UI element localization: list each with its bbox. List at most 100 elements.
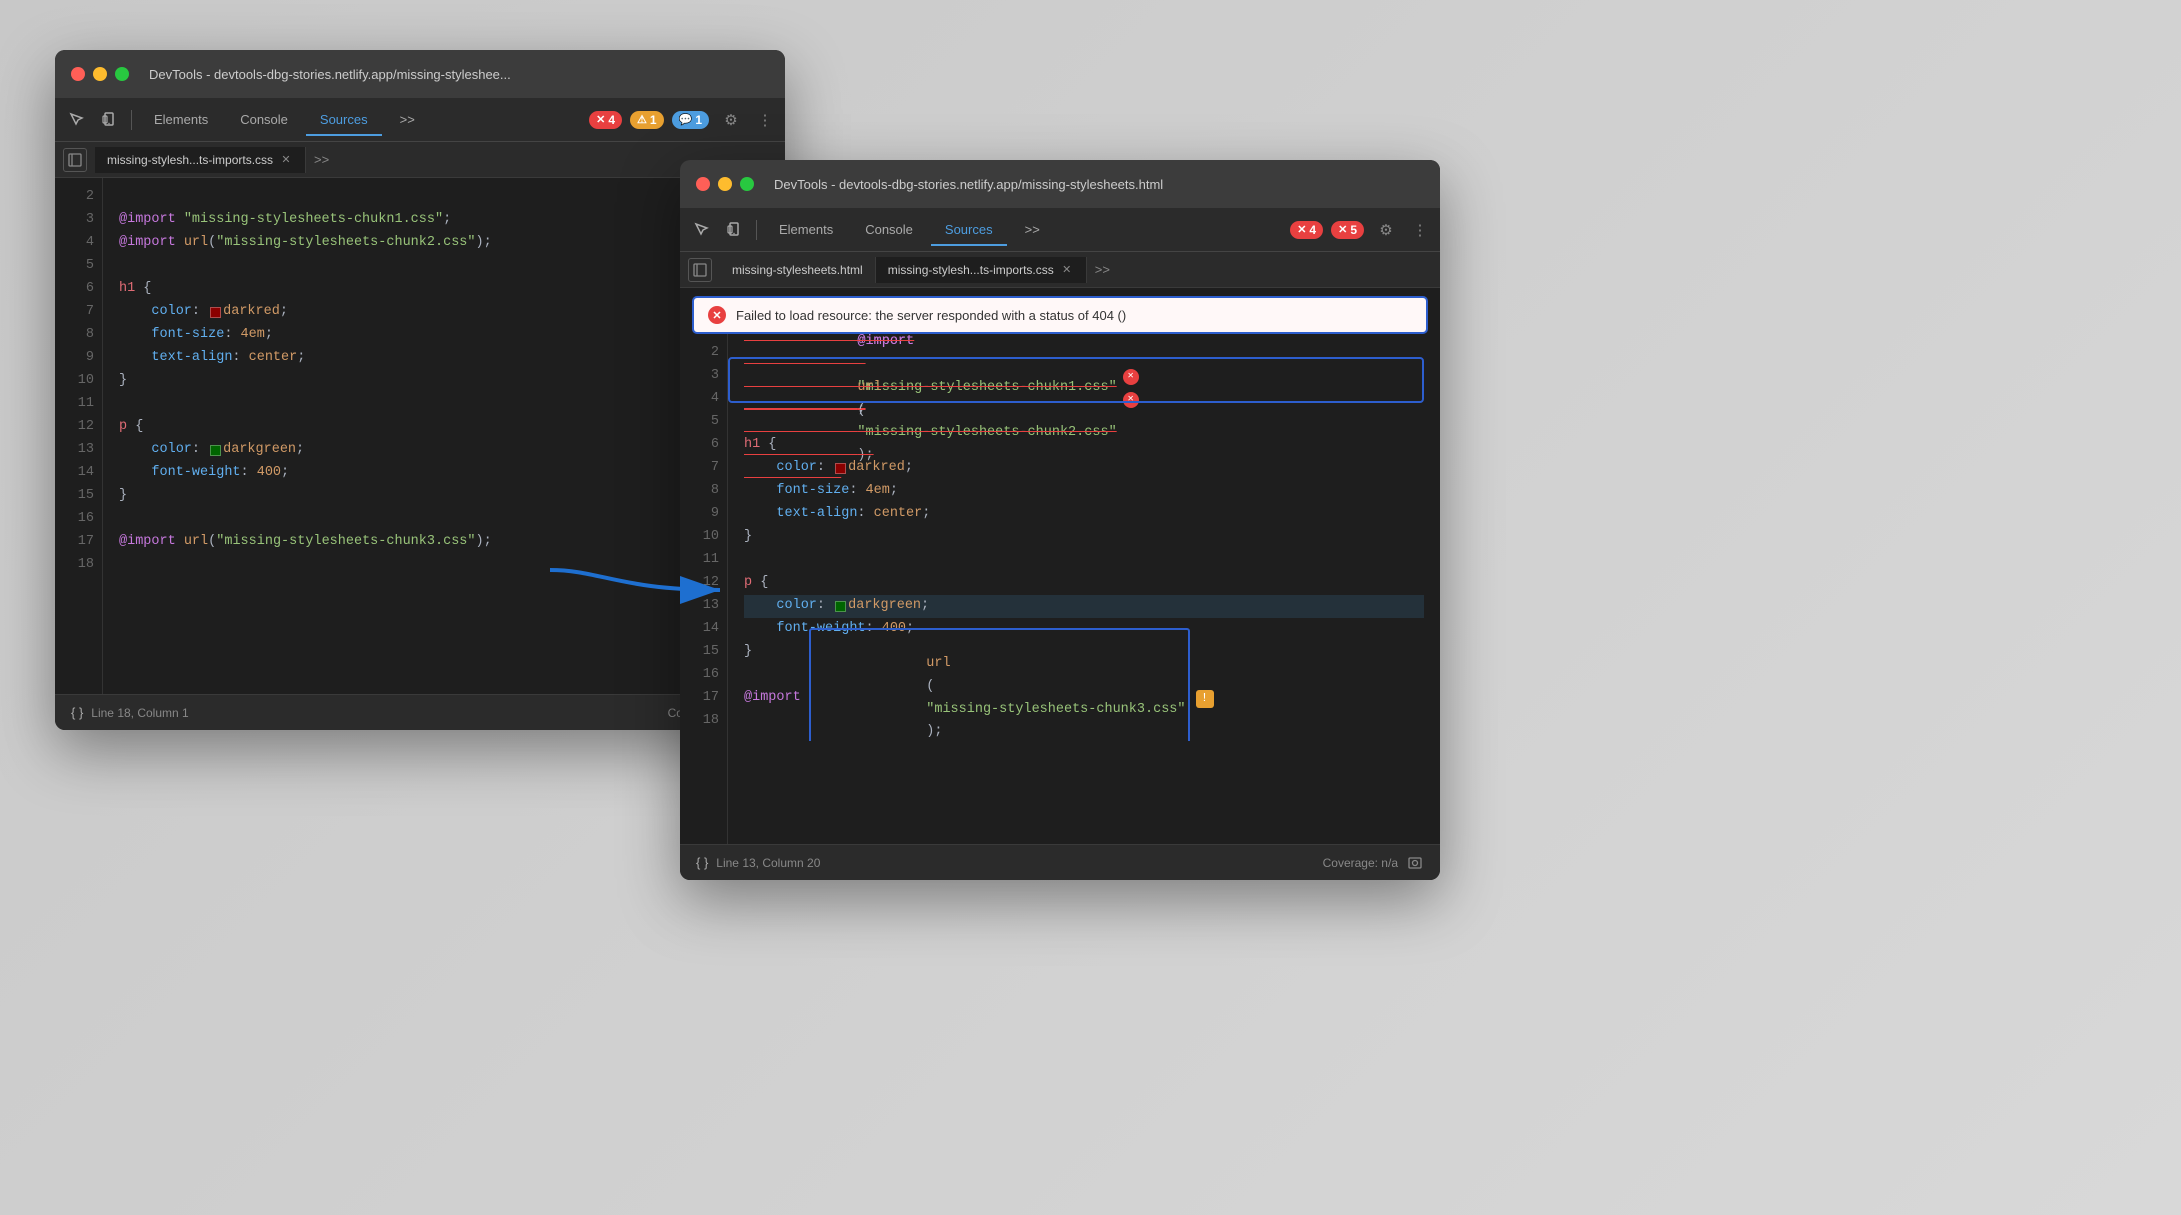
toolbar-separator <box>131 110 132 130</box>
code-line-2 <box>119 186 769 209</box>
devtools-window-1: DevTools - devtools-dbg-stories.netlify.… <box>55 50 785 730</box>
traffic-lights-2 <box>696 177 754 191</box>
coverage-status-2: Coverage: n/a <box>1323 856 1398 870</box>
sidebar-toggle-1[interactable] <box>63 148 87 172</box>
curly-icon-2: { } <box>696 855 708 870</box>
error-badge-2b: ✕ 5 <box>1331 221 1364 239</box>
maximize-button-2[interactable] <box>740 177 754 191</box>
titlebar-2: DevTools - devtools-dbg-stories.netlify.… <box>680 160 1440 208</box>
tab-console-1[interactable]: Console <box>226 104 302 135</box>
code-line-12-w2: p { <box>744 572 1424 595</box>
file-tab-close-1[interactable]: ✕ <box>279 153 293 167</box>
more-options-icon-1[interactable]: ⋮ <box>753 106 777 134</box>
error-badge-icon-2b: ✕ <box>1338 223 1347 236</box>
tab-more-2[interactable]: >> <box>1011 214 1054 245</box>
code-line-13: color : darkgreen ; <box>119 439 769 462</box>
message-badge-1: 💬 1 <box>672 111 709 129</box>
file-tabs-1: missing-stylesh...ts-imports.css ✕ >> <box>55 142 785 178</box>
close-button-1[interactable] <box>71 67 85 81</box>
error-inline-badge-3: ✕ <box>1123 369 1139 385</box>
devtools-toolbar-2: Elements Console Sources >> ✕ 4 ✕ 5 ⚙ ⋮ <box>680 208 1440 252</box>
settings-icon-2[interactable]: ⚙ <box>1372 216 1400 244</box>
minimize-button-2[interactable] <box>718 177 732 191</box>
window-title-2: DevTools - devtools-dbg-stories.netlify.… <box>774 177 1424 192</box>
tab-sources-1[interactable]: Sources <box>306 104 382 135</box>
more-tabs-1[interactable]: >> <box>306 148 337 171</box>
more-options-icon-2[interactable]: ⋮ <box>1408 216 1432 244</box>
devtools-window-2: DevTools - devtools-dbg-stories.netlify.… <box>680 160 1440 880</box>
tab-console-2[interactable]: Console <box>851 214 927 245</box>
code-line-5 <box>119 255 769 278</box>
close-button-2[interactable] <box>696 177 710 191</box>
code-line-10: } <box>119 370 769 393</box>
code-line-3: @import "missing-stylesheets-chukn1.css"… <box>119 209 769 232</box>
code-line-16 <box>119 508 769 531</box>
error-tooltip-text: Failed to load resource: the server resp… <box>736 308 1126 323</box>
titlebar-1: DevTools - devtools-dbg-stories.netlify.… <box>55 50 785 98</box>
curly-icon-1: { } <box>71 705 83 720</box>
code-editor-area-1: 2 3 4 5 6 7 8 9 10 11 12 13 14 15 16 17 … <box>55 178 785 694</box>
code-line-17-w2: @import url ( "missing-stylesheets-chunk… <box>744 687 1424 710</box>
file-tab-css-2[interactable]: missing-stylesh...ts-imports.css ✕ <box>876 257 1087 283</box>
code-line-12: p { <box>119 416 769 439</box>
error-inline-badge-4: ✕ <box>1123 392 1139 408</box>
code-line-10-w2: } <box>744 526 1424 549</box>
code-line-13-w2: color : darkgreen ; <box>744 595 1424 618</box>
code-line-4: @import url ( "missing-stylesheets-chunk… <box>119 232 769 255</box>
warning-badge-icon-1: ⚠ <box>637 113 647 126</box>
error-badge-1: ✕ 4 <box>589 111 622 129</box>
maximize-button-1[interactable] <box>115 67 129 81</box>
inspect-icon-2[interactable] <box>688 216 716 244</box>
settings-icon-1[interactable]: ⚙ <box>717 106 745 134</box>
code-line-14: font-weight : 400 ; <box>119 462 769 485</box>
window-title-1: DevTools - devtools-dbg-stories.netlify.… <box>149 67 769 82</box>
traffic-lights-1 <box>71 67 129 81</box>
devtools-toolbar-1: Elements Console Sources >> ✕ 4 ⚠ 1 💬 1 … <box>55 98 785 142</box>
code-line-11-w2 <box>744 549 1424 572</box>
code-editor-area-2: 2 3 4 5 6 7 8 9 10 11 12 13 14 15 16 17 … <box>680 334 1440 844</box>
error-badge-icon-1: ✕ <box>596 113 605 126</box>
code-line-4-w2: @import url ( "missing-stylesheets-chunk… <box>744 388 1424 411</box>
status-bar-2: { } Line 13, Column 20 Coverage: n/a <box>680 844 1440 880</box>
warning-badge-1: ⚠ 1 <box>630 111 664 129</box>
code-line-7: color : darkred ; <box>119 301 769 324</box>
tab-elements-2[interactable]: Elements <box>765 214 847 245</box>
line-col-status-2: Line 13, Column 20 <box>716 856 820 870</box>
minimize-button-1[interactable] <box>93 67 107 81</box>
code-content-2: @import "missing-stylesheets-chukn1.css"… <box>728 334 1440 741</box>
screenshot-icon-2[interactable] <box>1406 854 1424 872</box>
more-tabs-2[interactable]: >> <box>1087 258 1118 281</box>
line-numbers-1: 2 3 4 5 6 7 8 9 10 11 12 13 14 15 16 17 … <box>55 178 103 694</box>
device-toggle-icon[interactable] <box>95 106 123 134</box>
tab-more-1[interactable]: >> <box>386 104 429 135</box>
file-tab-html-2[interactable]: missing-stylesheets.html <box>720 257 876 283</box>
tab-elements-1[interactable]: Elements <box>140 104 222 135</box>
error-tooltip: ✕ Failed to load resource: the server re… <box>692 296 1428 334</box>
device-toggle-icon-2[interactable] <box>720 216 748 244</box>
color-swatch-darkred-1 <box>210 307 221 318</box>
file-tab-css-label-1: missing-stylesh...ts-imports.css <box>107 153 273 167</box>
status-bar-1: { } Line 18, Column 1 Coverage: n/a <box>55 694 785 730</box>
file-tab-close-2[interactable]: ✕ <box>1060 263 1074 277</box>
file-tab-css-1[interactable]: missing-stylesh...ts-imports.css ✕ <box>95 147 306 173</box>
file-tab-html-label-2: missing-stylesheets.html <box>732 263 863 277</box>
color-swatch-darkred-2 <box>835 463 846 474</box>
error-tooltip-container: ✕ Failed to load resource: the server re… <box>680 296 1440 334</box>
code-line-11 <box>119 393 769 416</box>
code-line-8: font-size : 4em ; <box>119 324 769 347</box>
code-editor-2: 2 3 4 5 6 7 8 9 10 11 12 13 14 15 16 17 … <box>680 334 1440 844</box>
message-badge-icon-1: 💬 <box>679 113 693 126</box>
error-badge-2a: ✕ 4 <box>1290 221 1323 239</box>
file-tabs-2: missing-stylesheets.html missing-stylesh… <box>680 252 1440 288</box>
code-lines-wrapper-2: @import "missing-stylesheets-chukn1.css"… <box>728 334 1440 844</box>
tab-sources-2[interactable]: Sources <box>931 214 1007 245</box>
line-numbers-2: 2 3 4 5 6 7 8 9 10 11 12 13 14 15 16 17 … <box>680 334 728 844</box>
error-tooltip-icon: ✕ <box>708 306 726 324</box>
toolbar-separator-2 <box>756 220 757 240</box>
code-line-18 <box>119 554 769 577</box>
code-line-9-w2: text-align : center ; <box>744 503 1424 526</box>
color-swatch-darkgreen-2 <box>835 601 846 612</box>
sidebar-toggle-2[interactable] <box>688 258 712 282</box>
code-line-6: h1 { <box>119 278 769 301</box>
inspect-icon[interactable] <box>63 106 91 134</box>
